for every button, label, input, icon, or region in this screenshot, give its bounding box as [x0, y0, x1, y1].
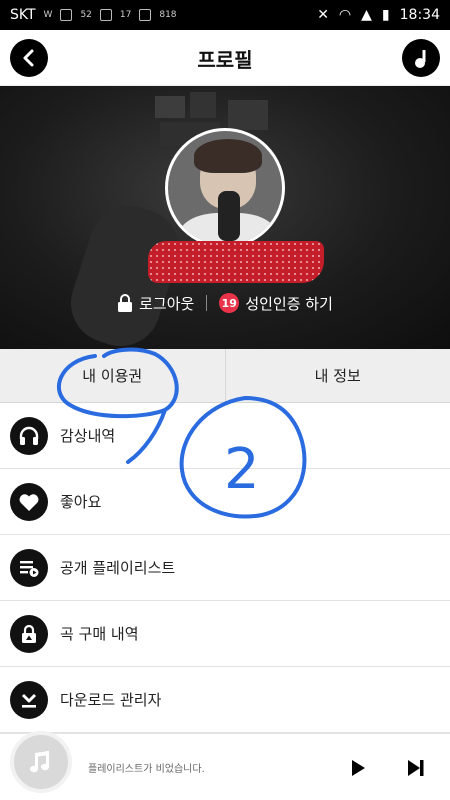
clock-label: 18:34: [399, 7, 440, 23]
adult-verify-button[interactable]: 19 성인인증 하기: [219, 293, 333, 314]
menu-label: 곡 구매 내역: [60, 625, 139, 643]
avatar-microphone: [218, 191, 240, 241]
download-icon: [10, 680, 48, 719]
album-art-placeholder[interactable]: [10, 731, 72, 793]
badge-indicator: 17: [119, 10, 132, 20]
menu-item-public-playlist[interactable]: 공개 플레이리스트: [0, 535, 450, 601]
action-divider: [206, 295, 208, 311]
adult-age-badge: 19: [219, 293, 240, 313]
headphones-icon: [10, 416, 48, 455]
app-header: 프로필: [0, 30, 450, 86]
player-status-text: 플레이리스트가 비었습니다.: [88, 764, 205, 775]
play-icon: [352, 760, 365, 776]
next-track-button[interactable]: [404, 756, 428, 780]
signal-icon: ▲: [361, 7, 372, 23]
avatar-hair: [194, 139, 262, 173]
menu-label: 다운로드 관리자: [60, 691, 162, 709]
tab-my-info[interactable]: 내 정보: [224, 349, 450, 402]
lock-icon: [10, 614, 48, 653]
page-title: 프로필: [197, 47, 253, 72]
menu-item-listening-history[interactable]: 감상내역: [0, 403, 450, 469]
menu-item-purchase-history[interactable]: 곡 구매 내역: [0, 601, 450, 667]
music-note-icon: [30, 751, 49, 773]
tab-my-pass[interactable]: 내 이용권: [0, 349, 225, 402]
playlist-icon: [10, 548, 48, 587]
battery-icon: ▮: [381, 7, 390, 23]
carrier-label: SKT: [10, 7, 36, 23]
profile-menu: 감상내역 좋아요 공개 플레이리스트 곡 구매 내역 다운로드 관리자: [0, 403, 450, 733]
menu-item-download-manager[interactable]: 다운로드 관리자: [0, 667, 450, 733]
wifi-icon: ◠: [338, 7, 352, 23]
lock-icon: [118, 294, 133, 312]
notification-icon: [60, 9, 73, 21]
temperature-indicator: 52: [80, 10, 92, 20]
app-indicator: 818: [159, 10, 177, 20]
mini-player: 플레이리스트가 비었습니다.: [0, 731, 450, 800]
play-button[interactable]: [346, 756, 370, 780]
profile-banner: 로그아웃 19 성인인증 하기: [0, 86, 450, 349]
profile-avatar[interactable]: [165, 128, 285, 248]
adult-verify-label: 성인인증 하기: [245, 294, 333, 313]
music-note-icon: [415, 50, 426, 68]
menu-label: 감상내역: [60, 427, 116, 445]
logout-button[interactable]: 로그아웃: [117, 293, 194, 314]
logout-label: 로그아웃: [139, 294, 195, 313]
status-bar: SKT W 52 17 818 ✕ ◠ ▲ ▮ 18:34: [0, 0, 450, 30]
wifi-calling-indicator: W: [43, 10, 53, 20]
menu-item-likes[interactable]: 좋아요: [0, 469, 450, 535]
mute-icon: ✕: [317, 7, 329, 23]
app-icon: [139, 9, 152, 21]
menu-label: 공개 플레이리스트: [60, 559, 176, 577]
next-track-icon: [408, 760, 424, 776]
image-icon: [99, 9, 112, 21]
heart-icon: [10, 482, 48, 521]
status-left: SKT W 52 17 818: [10, 7, 177, 23]
now-playing-button[interactable]: [402, 39, 440, 77]
status-right: ✕ ◠ ▲ ▮ 18:34: [317, 7, 440, 23]
profile-tabs: 내 이용권 내 정보: [0, 349, 450, 403]
profile-actions: 로그아웃 19 성인인증 하기: [0, 289, 450, 317]
menu-label: 좋아요: [60, 493, 102, 511]
redacted-username: [148, 241, 324, 283]
